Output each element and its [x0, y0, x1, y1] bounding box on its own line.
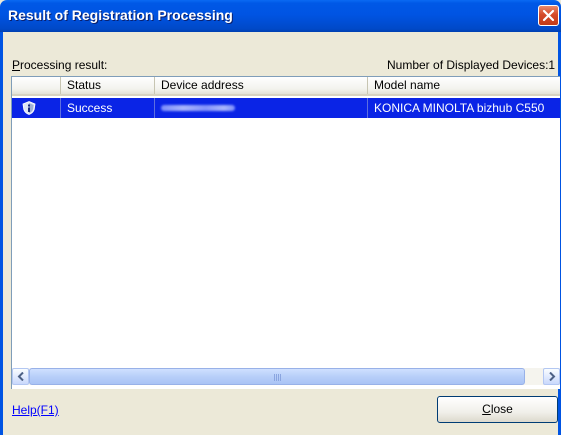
displayed-devices-count: Number of Displayed Devices:1: [387, 58, 556, 72]
column-header-model-name[interactable]: Model name: [368, 77, 560, 94]
close-icon: [542, 9, 555, 22]
processing-result-label: Processing result:: [12, 58, 107, 72]
window-title: Result of Registration Processing: [8, 7, 233, 23]
shield-info-icon: [22, 101, 36, 115]
close-button-mnemonic: C: [482, 402, 491, 416]
scroll-right-button[interactable]: [543, 368, 560, 385]
list-header: Status Device address Model name: [12, 77, 560, 96]
arrow-left-icon: [17, 372, 24, 381]
scroll-left-button[interactable]: [12, 368, 29, 385]
device-address-redacted: [161, 105, 235, 111]
device-address-cell: [155, 98, 368, 118]
status-cell: Success: [61, 98, 155, 118]
processing-result-mnemonic: P: [12, 58, 21, 72]
processing-result-text: rocessing result:: [20, 58, 108, 72]
grip-icon: [274, 374, 283, 381]
scroll-thumb[interactable]: [29, 368, 525, 385]
horizontal-scrollbar[interactable]: [12, 368, 560, 385]
column-header-device-address[interactable]: Device address: [155, 77, 368, 94]
close-button[interactable]: Close: [437, 396, 558, 423]
window-close-button[interactable]: [538, 5, 559, 26]
icon-cell: [12, 98, 61, 118]
table-row[interactable]: Success KONICA MINOLTA bizhub C550: [12, 98, 560, 118]
close-button-label: lose: [490, 402, 513, 416]
model-name-cell: KONICA MINOLTA bizhub C550: [374, 101, 545, 115]
window-frame-left: [0, 32, 3, 435]
column-header-status[interactable]: Status: [61, 77, 155, 94]
result-list[interactable]: Status Device address Model name Success…: [11, 76, 560, 389]
help-link[interactable]: Help(F1): [12, 403, 59, 417]
arrow-right-icon: [549, 372, 556, 381]
column-header-icon[interactable]: [12, 77, 61, 94]
title-bar[interactable]: Result of Registration Processing: [0, 0, 561, 32]
